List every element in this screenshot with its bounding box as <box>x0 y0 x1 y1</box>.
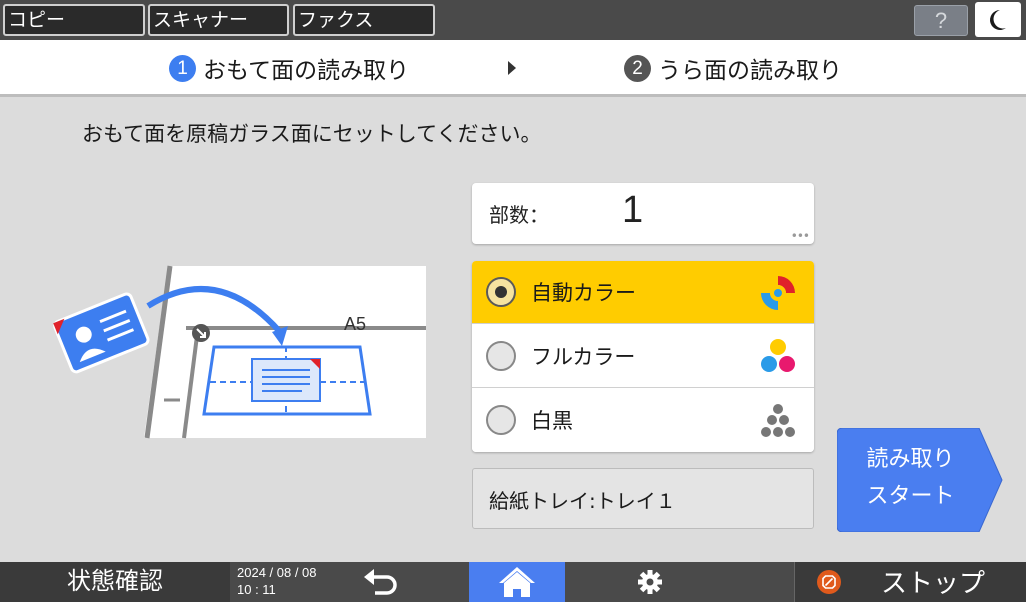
step-arrow-icon <box>508 61 516 75</box>
auto-color-icon <box>761 276 795 310</box>
sleep-button[interactable] <box>975 2 1021 37</box>
help-button[interactable]: ? <box>914 5 968 36</box>
option-label: フルカラー <box>531 345 636 369</box>
tab-copy[interactable]: コピー <box>3 4 145 36</box>
option-label: 自動カラー <box>531 281 636 305</box>
home-button[interactable] <box>469 562 565 602</box>
home-icon <box>499 567 535 597</box>
step-back: 2 うら面の読み取り <box>624 53 842 84</box>
copies-field[interactable]: 部数： 1 ••• <box>472 183 814 244</box>
top-bar: コピー スキャナー ファクス ? <box>0 0 1026 40</box>
paper-tray-display: 給紙トレイ:トレイ１ <box>472 468 814 529</box>
date-text: 2024 / 08 / 08 <box>237 565 317 580</box>
full-color-icon <box>761 339 795 372</box>
back-arrow-icon <box>364 569 397 595</box>
more-icon: ••• <box>790 229 810 243</box>
copies-label: 部数： <box>489 203 549 227</box>
option-label: 白黒 <box>531 409 573 433</box>
date-time: 2024 / 08 / 08 10 : 11 <box>237 564 317 598</box>
step-number: 1 <box>169 54 196 82</box>
tab-scanner[interactable]: スキャナー <box>148 4 289 36</box>
paper-size-label: A5 <box>344 314 366 334</box>
tray-text: 給紙トレイ:トレイ１ <box>489 489 676 513</box>
black-white-icon <box>761 404 795 437</box>
stop-label: ストップ <box>881 569 986 599</box>
radio-button <box>486 341 516 371</box>
option-auto-color[interactable]: 自動カラー <box>472 261 814 324</box>
start-scan-button[interactable]: 読み取り スタート <box>837 428 1004 532</box>
option-black-white[interactable]: 白黒 <box>472 389 814 452</box>
radio-button <box>486 277 516 307</box>
radio-dot <box>495 286 507 298</box>
step-number: 2 <box>624 54 651 82</box>
gear-icon <box>638 570 662 594</box>
radio-button <box>486 405 516 435</box>
step-label: うら面の読み取り <box>658 58 842 84</box>
step-front: 1 おもて面の読み取り <box>169 53 410 84</box>
moon-icon <box>990 10 1006 30</box>
start-label: 読み取り スタート <box>866 447 955 509</box>
stop-icon <box>817 570 841 594</box>
back-button[interactable] <box>335 562 465 602</box>
step-indicator: 1 おもて面の読み取り 2 うら面の読み取り <box>0 40 1026 97</box>
scanner-glass-illustration: A5 <box>53 265 426 439</box>
status-check-button[interactable]: 状態確認 <box>0 562 230 602</box>
stop-button[interactable]: ストップ <box>794 562 1026 602</box>
tab-fax[interactable]: ファクス <box>293 4 435 36</box>
settings-button[interactable] <box>600 562 700 602</box>
option-full-color[interactable]: フルカラー <box>472 325 814 388</box>
color-mode-group: 自動カラー フルカラー 白黒 <box>472 261 814 452</box>
instruction-text: おもて面を原稿ガラス面にセットしてください。 <box>82 122 542 146</box>
time-text: 10 : 11 <box>237 582 276 597</box>
copies-value: 1 <box>622 189 644 231</box>
step-label: おもて面の読み取り <box>203 58 410 84</box>
bottom-bar: 状態確認 2024 / 08 / 08 10 : 11 ストップ <box>0 562 1026 602</box>
